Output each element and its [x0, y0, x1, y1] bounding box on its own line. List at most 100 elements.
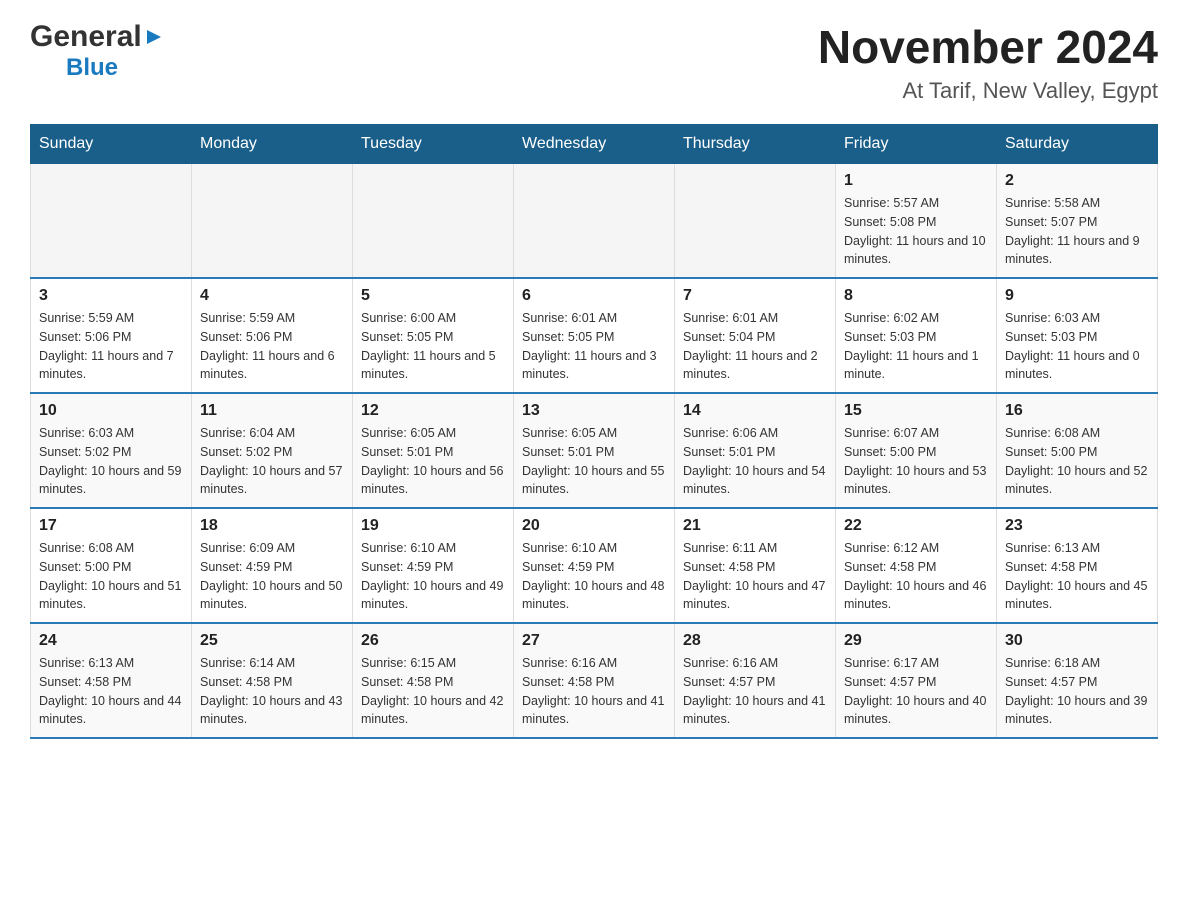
- day-number: 5: [361, 287, 505, 305]
- day-info: Sunrise: 6:16 AMSunset: 4:57 PMDaylight:…: [683, 654, 827, 729]
- day-info: Sunrise: 5:58 AMSunset: 5:07 PMDaylight:…: [1005, 194, 1149, 269]
- day-info: Sunrise: 6:13 AMSunset: 4:58 PMDaylight:…: [39, 654, 183, 729]
- col-friday: Friday: [836, 125, 997, 164]
- calendar-title: November 2024: [818, 20, 1158, 74]
- day-info: Sunrise: 5:57 AMSunset: 5:08 PMDaylight:…: [844, 194, 988, 269]
- calendar-cell: 7Sunrise: 6:01 AMSunset: 5:04 PMDaylight…: [675, 278, 836, 393]
- day-number: 28: [683, 632, 827, 650]
- day-number: 27: [522, 632, 666, 650]
- day-number: 26: [361, 632, 505, 650]
- calendar-cell: 23Sunrise: 6:13 AMSunset: 4:58 PMDayligh…: [997, 508, 1158, 623]
- day-info: Sunrise: 6:13 AMSunset: 4:58 PMDaylight:…: [1005, 539, 1149, 614]
- day-info: Sunrise: 6:03 AMSunset: 5:03 PMDaylight:…: [1005, 309, 1149, 384]
- day-info: Sunrise: 6:12 AMSunset: 4:58 PMDaylight:…: [844, 539, 988, 614]
- logo-blue-text: Blue: [66, 54, 118, 81]
- day-info: Sunrise: 6:09 AMSunset: 4:59 PMDaylight:…: [200, 539, 344, 614]
- calendar-week-row: 17 Sunrise: 6:08 AMSunset: 5:00 PMDayligh…: [31, 508, 1158, 623]
- logo-row: General: [30, 20, 163, 54]
- col-tuesday: Tuesday: [353, 125, 514, 164]
- day-info: Sunrise: 6:17 AMSunset: 4:57 PMDaylight:…: [844, 654, 988, 729]
- day-info: Sunrise: 6:01 AMSunset: 5:04 PMDaylight:…: [683, 309, 827, 384]
- day-number: 10: [39, 402, 183, 420]
- day-info: Sunrise: 6:05 AMSunset: 5:01 PMDaylight:…: [361, 424, 505, 499]
- page-header: General Blue November 2024 At Tarif, New…: [30, 20, 1158, 104]
- day-number: 13: [522, 402, 666, 420]
- day-info: Sunrise: 6:06 AMSunset: 5:01 PMDaylight:…: [683, 424, 827, 499]
- day-number: 21: [683, 517, 827, 535]
- day-info: Sunrise: 6:03 AMSunset: 5:02 PMDaylight:…: [39, 424, 183, 499]
- day-number: 16: [1005, 402, 1149, 420]
- logo: General Blue: [30, 20, 163, 82]
- day-number: 18: [200, 517, 344, 535]
- calendar-cell: 4Sunrise: 5:59 AMSunset: 5:06 PMDaylight…: [192, 278, 353, 393]
- day-info: Sunrise: 6:18 AMSunset: 4:57 PMDaylight:…: [1005, 654, 1149, 729]
- logo-blue-row: Blue: [66, 54, 118, 82]
- calendar-cell: [353, 164, 514, 279]
- day-info: Sunrise: 6:05 AMSunset: 5:01 PMDaylight:…: [522, 424, 666, 499]
- day-number: 4: [200, 287, 344, 305]
- calendar-cell: 24Sunrise: 6:13 AMSunset: 4:58 PMDayligh…: [31, 623, 192, 738]
- day-info: Sunrise: 6:15 AMSunset: 4:58 PMDaylight:…: [361, 654, 505, 729]
- day-info: Sunrise: 6:01 AMSunset: 5:05 PMDaylight:…: [522, 309, 666, 384]
- day-number: 30: [1005, 632, 1149, 650]
- calendar-cell: 5Sunrise: 6:00 AMSunset: 5:05 PMDaylight…: [353, 278, 514, 393]
- calendar-table: Sunday Monday Tuesday Wednesday Thursday…: [30, 124, 1158, 739]
- day-number: 11: [200, 402, 344, 420]
- day-info: Sunrise: 6:02 AMSunset: 5:03 PMDaylight:…: [844, 309, 988, 384]
- day-number: 25: [200, 632, 344, 650]
- logo-general-text: General: [30, 20, 142, 54]
- header-row: Sunday Monday Tuesday Wednesday Thursday…: [31, 125, 1158, 164]
- calendar-cell: 13 Sunrise: 6:05 AMSunset: 5:01 PMDayligh…: [514, 393, 675, 508]
- logo-triangle-icon: [145, 28, 163, 51]
- day-number: 12: [361, 402, 505, 420]
- title-section: November 2024 At Tarif, New Valley, Egyp…: [818, 20, 1158, 104]
- calendar-cell: [514, 164, 675, 279]
- day-number: 14: [683, 402, 827, 420]
- calendar-cell: 8 Sunrise: 6:02 AMSunset: 5:03 PMDaylight…: [836, 278, 997, 393]
- calendar-week-row: 1Sunrise: 5:57 AMSunset: 5:08 PMDaylight…: [31, 164, 1158, 279]
- calendar-cell: 12 Sunrise: 6:05 AMSunset: 5:01 PMDayligh…: [353, 393, 514, 508]
- calendar-cell: 28 Sunrise: 6:16 AMSunset: 4:57 PMDayligh…: [675, 623, 836, 738]
- calendar-cell: 14 Sunrise: 6:06 AMSunset: 5:01 PMDayligh…: [675, 393, 836, 508]
- calendar-cell: [192, 164, 353, 279]
- day-info: Sunrise: 6:04 AMSunset: 5:02 PMDaylight:…: [200, 424, 344, 499]
- col-saturday: Saturday: [997, 125, 1158, 164]
- calendar-cell: 1Sunrise: 5:57 AMSunset: 5:08 PMDaylight…: [836, 164, 997, 279]
- calendar-cell: 22 Sunrise: 6:12 AMSunset: 4:58 PMDayligh…: [836, 508, 997, 623]
- calendar-body: 1Sunrise: 5:57 AMSunset: 5:08 PMDaylight…: [31, 164, 1158, 739]
- day-number: 19: [361, 517, 505, 535]
- day-number: 15: [844, 402, 988, 420]
- calendar-cell: 17 Sunrise: 6:08 AMSunset: 5:00 PMDayligh…: [31, 508, 192, 623]
- day-info: Sunrise: 6:08 AMSunset: 5:00 PMDaylight:…: [1005, 424, 1149, 499]
- col-monday: Monday: [192, 125, 353, 164]
- calendar-cell: 26 Sunrise: 6:15 AMSunset: 4:58 PMDayligh…: [353, 623, 514, 738]
- day-number: 3: [39, 287, 183, 305]
- day-info: Sunrise: 6:16 AMSunset: 4:58 PMDaylight:…: [522, 654, 666, 729]
- day-info: Sunrise: 5:59 AMSunset: 5:06 PMDaylight:…: [39, 309, 183, 384]
- day-number: 8: [844, 287, 988, 305]
- day-number: 2: [1005, 172, 1149, 190]
- day-number: 20: [522, 517, 666, 535]
- day-info: Sunrise: 6:10 AMSunset: 4:59 PMDaylight:…: [522, 539, 666, 614]
- day-number: 22: [844, 517, 988, 535]
- calendar-week-row: 3 Sunrise: 5:59 AMSunset: 5:06 PMDaylight…: [31, 278, 1158, 393]
- calendar-cell: [675, 164, 836, 279]
- calendar-cell: 30 Sunrise: 6:18 AMSunset: 4:57 PMDayligh…: [997, 623, 1158, 738]
- calendar-week-row: 24Sunrise: 6:13 AMSunset: 4:58 PMDayligh…: [31, 623, 1158, 738]
- calendar-cell: 11 Sunrise: 6:04 AMSunset: 5:02 PMDayligh…: [192, 393, 353, 508]
- calendar-cell: 19 Sunrise: 6:10 AMSunset: 4:59 PMDayligh…: [353, 508, 514, 623]
- day-number: 29: [844, 632, 988, 650]
- calendar-cell: 2 Sunrise: 5:58 AMSunset: 5:07 PMDaylight…: [997, 164, 1158, 279]
- calendar-cell: [31, 164, 192, 279]
- day-info: Sunrise: 6:08 AMSunset: 5:00 PMDaylight:…: [39, 539, 183, 614]
- day-number: 9: [1005, 287, 1149, 305]
- calendar-cell: 29 Sunrise: 6:17 AMSunset: 4:57 PMDayligh…: [836, 623, 997, 738]
- calendar-cell: 21Sunrise: 6:11 AMSunset: 4:58 PMDayligh…: [675, 508, 836, 623]
- calendar-subtitle: At Tarif, New Valley, Egypt: [818, 78, 1158, 104]
- col-sunday: Sunday: [31, 125, 192, 164]
- calendar-cell: 9 Sunrise: 6:03 AMSunset: 5:03 PMDaylight…: [997, 278, 1158, 393]
- calendar-header: Sunday Monday Tuesday Wednesday Thursday…: [31, 125, 1158, 164]
- day-info: Sunrise: 6:10 AMSunset: 4:59 PMDaylight:…: [361, 539, 505, 614]
- day-info: Sunrise: 6:07 AMSunset: 5:00 PMDaylight:…: [844, 424, 988, 499]
- day-number: 17: [39, 517, 183, 535]
